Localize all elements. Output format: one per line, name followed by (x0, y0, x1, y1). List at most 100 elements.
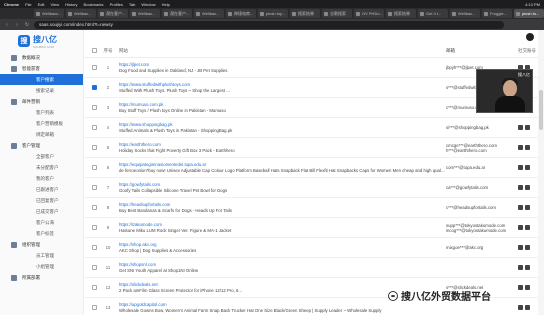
browser-tab[interactable]: Wellbac... (130, 9, 160, 18)
browser-tab[interactable]: 谷歌搜索 (322, 9, 352, 18)
sidebar-item[interactable]: 已跟进客户 (0, 184, 83, 195)
row-checkbox[interactable] (91, 65, 97, 70)
row-checkbox[interactable] (91, 85, 97, 90)
row-checkbox[interactable] (91, 205, 97, 210)
browser-tab[interactable]: 潜在客户... (98, 9, 128, 18)
row-checkbox[interactable] (91, 125, 97, 130)
linkedin-icon[interactable] (525, 185, 530, 190)
menubar-item[interactable]: Profiles (110, 2, 123, 7)
site-url-link[interactable]: https://jlpet.com (119, 62, 446, 67)
browser-tab[interactable]: Froggie... (482, 9, 512, 18)
menubar-items[interactable]: Chrome File Edit View History Bookmarks Profil… (4, 2, 176, 7)
row-checkbox[interactable] (91, 145, 97, 150)
sidebar-group[interactable]: 所属部署 (0, 272, 83, 283)
row-checkbox[interactable] (91, 165, 97, 170)
sidebar-item[interactable]: 绑定邮箱 (0, 129, 83, 140)
sidebar-item[interactable]: 客户标签 (0, 228, 83, 239)
sidebar-item[interactable]: 全部客户 (0, 151, 83, 162)
row-checkbox[interactable] (91, 185, 97, 190)
linkedin-icon[interactable] (525, 225, 530, 230)
row-checkbox[interactable] (91, 285, 97, 290)
browser-tab[interactable]: plush toy... (258, 9, 288, 18)
site-url-link[interactable]: https://www.shoppingbag.pk (119, 122, 446, 127)
facebook-icon[interactable] (518, 185, 523, 190)
browser-tab[interactable]: 跨境电商... (226, 9, 256, 18)
site-url-link[interactable]: https://slickdeals.net (119, 282, 446, 287)
facebook-icon[interactable] (518, 225, 523, 230)
browser-tab[interactable]: Get 3 t... (418, 9, 448, 18)
site-url-link[interactable]: https://gowfytails.com (119, 182, 446, 187)
browser-tab[interactable]: 潜在客户... (162, 9, 192, 18)
facebook-icon[interactable] (518, 305, 523, 310)
facebook-icon[interactable] (518, 205, 523, 210)
browser-tab[interactable]: Wellbacc... (34, 9, 64, 18)
site-url-link[interactable]: https://www.stuffedwithplushtoys.com (119, 82, 446, 87)
sidebar-item[interactable]: 客户列表 (0, 107, 83, 118)
site-url-link[interactable]: https://equipatugimnasiomentedel.tupa.ed… (119, 162, 446, 167)
menubar-item[interactable]: Help (162, 2, 170, 7)
menubar-item[interactable]: Chrome (4, 2, 19, 7)
browser-tab[interactable]: 搜索结果 (386, 9, 416, 18)
row-checkbox[interactable] (91, 225, 97, 230)
scrollbar-thumb[interactable] (539, 90, 543, 130)
browser-tab[interactable]: Wellbac... (194, 9, 224, 18)
row-checkbox[interactable] (91, 305, 97, 310)
facebook-icon[interactable] (518, 245, 523, 250)
linkedin-icon[interactable] (525, 285, 530, 290)
brand-logo[interactable]: 搜 搜八亿 SOUBAYI.COM (0, 30, 83, 52)
menubar-item[interactable]: Window (141, 2, 155, 7)
facebook-icon[interactable] (518, 165, 523, 170)
linkedin-icon[interactable] (525, 165, 530, 170)
browser-tab[interactable]: Wellbac... (450, 9, 480, 18)
site-url-link[interactable]: https://headsupfortails.com (119, 202, 446, 207)
site-url-link[interactable]: https://izakumode.com (119, 222, 446, 227)
sidebar-item[interactable]: 小组管理 (0, 261, 83, 272)
back-icon[interactable]: ‹ (4, 22, 10, 28)
address-bar[interactable]: saas.soujiyi.com/index.html?t=newsy (34, 20, 504, 29)
site-url-link[interactable]: https://shopsnl.com (119, 262, 446, 267)
sidebar-item[interactable]: 已成交客户 (0, 206, 83, 217)
sidebar-group[interactable]: 客户管理 (0, 140, 83, 151)
sidebar-item[interactable]: 搜索记录 (0, 85, 83, 96)
menubar-item[interactable]: History (65, 2, 77, 7)
video-call-overlay[interactable]: 搜八亿 (476, 69, 533, 113)
sidebar-item[interactable]: 客户公海 (0, 217, 83, 228)
browser-tab[interactable]: plush to... (514, 9, 544, 18)
browser-tab[interactable]: Wellbac... (66, 9, 96, 18)
forward-icon[interactable]: › (14, 22, 20, 28)
facebook-icon[interactable] (518, 145, 523, 150)
menubar-item[interactable]: Bookmarks (84, 2, 104, 7)
page-scrollbar[interactable] (538, 30, 544, 315)
sidebar-item[interactable]: 未分配客户 (0, 162, 83, 173)
sidebar-group[interactable]: 邮件营销 (0, 96, 83, 107)
sidebar-item[interactable]: 客户搜索 (0, 74, 83, 85)
sidebar-group[interactable]: 数据概况 (0, 52, 83, 63)
user-avatar[interactable] (526, 33, 534, 41)
menubar-item[interactable]: Edit (38, 2, 45, 7)
sidebar-item[interactable]: 已回复客户 (0, 195, 83, 206)
menubar-item[interactable]: Tab (129, 2, 135, 7)
select-all-checkbox[interactable] (91, 48, 97, 53)
linkedin-icon[interactable] (525, 245, 530, 250)
sidebar-item[interactable]: 员工管理 (0, 250, 83, 261)
linkedin-icon[interactable] (525, 265, 530, 270)
site-url-link[interactable]: https://mumuso.com.pk (119, 102, 446, 107)
facebook-icon[interactable] (518, 125, 523, 130)
sidebar-group[interactable]: 组织管理 (0, 239, 83, 250)
reload-icon[interactable]: ↻ (24, 22, 30, 28)
row-checkbox[interactable] (91, 105, 97, 110)
linkedin-icon[interactable] (525, 145, 530, 150)
sidebar-group[interactable]: 智能获客 (0, 63, 83, 74)
menubar-item[interactable]: File (25, 2, 31, 7)
row-checkbox[interactable] (91, 245, 97, 250)
linkedin-icon[interactable] (525, 305, 530, 310)
browser-tab[interactable]: OV PHDo... (354, 9, 384, 18)
site-url-link[interactable]: https://shop.akc.org (119, 242, 446, 247)
sidebar-item[interactable]: 客户营销模板 (0, 118, 83, 129)
linkedin-icon[interactable] (525, 125, 530, 130)
facebook-icon[interactable] (518, 265, 523, 270)
menubar-item[interactable]: View (50, 2, 59, 7)
row-checkbox[interactable] (91, 265, 97, 270)
sidebar-item[interactable]: 我的客户 (0, 173, 83, 184)
facebook-icon[interactable] (518, 285, 523, 290)
